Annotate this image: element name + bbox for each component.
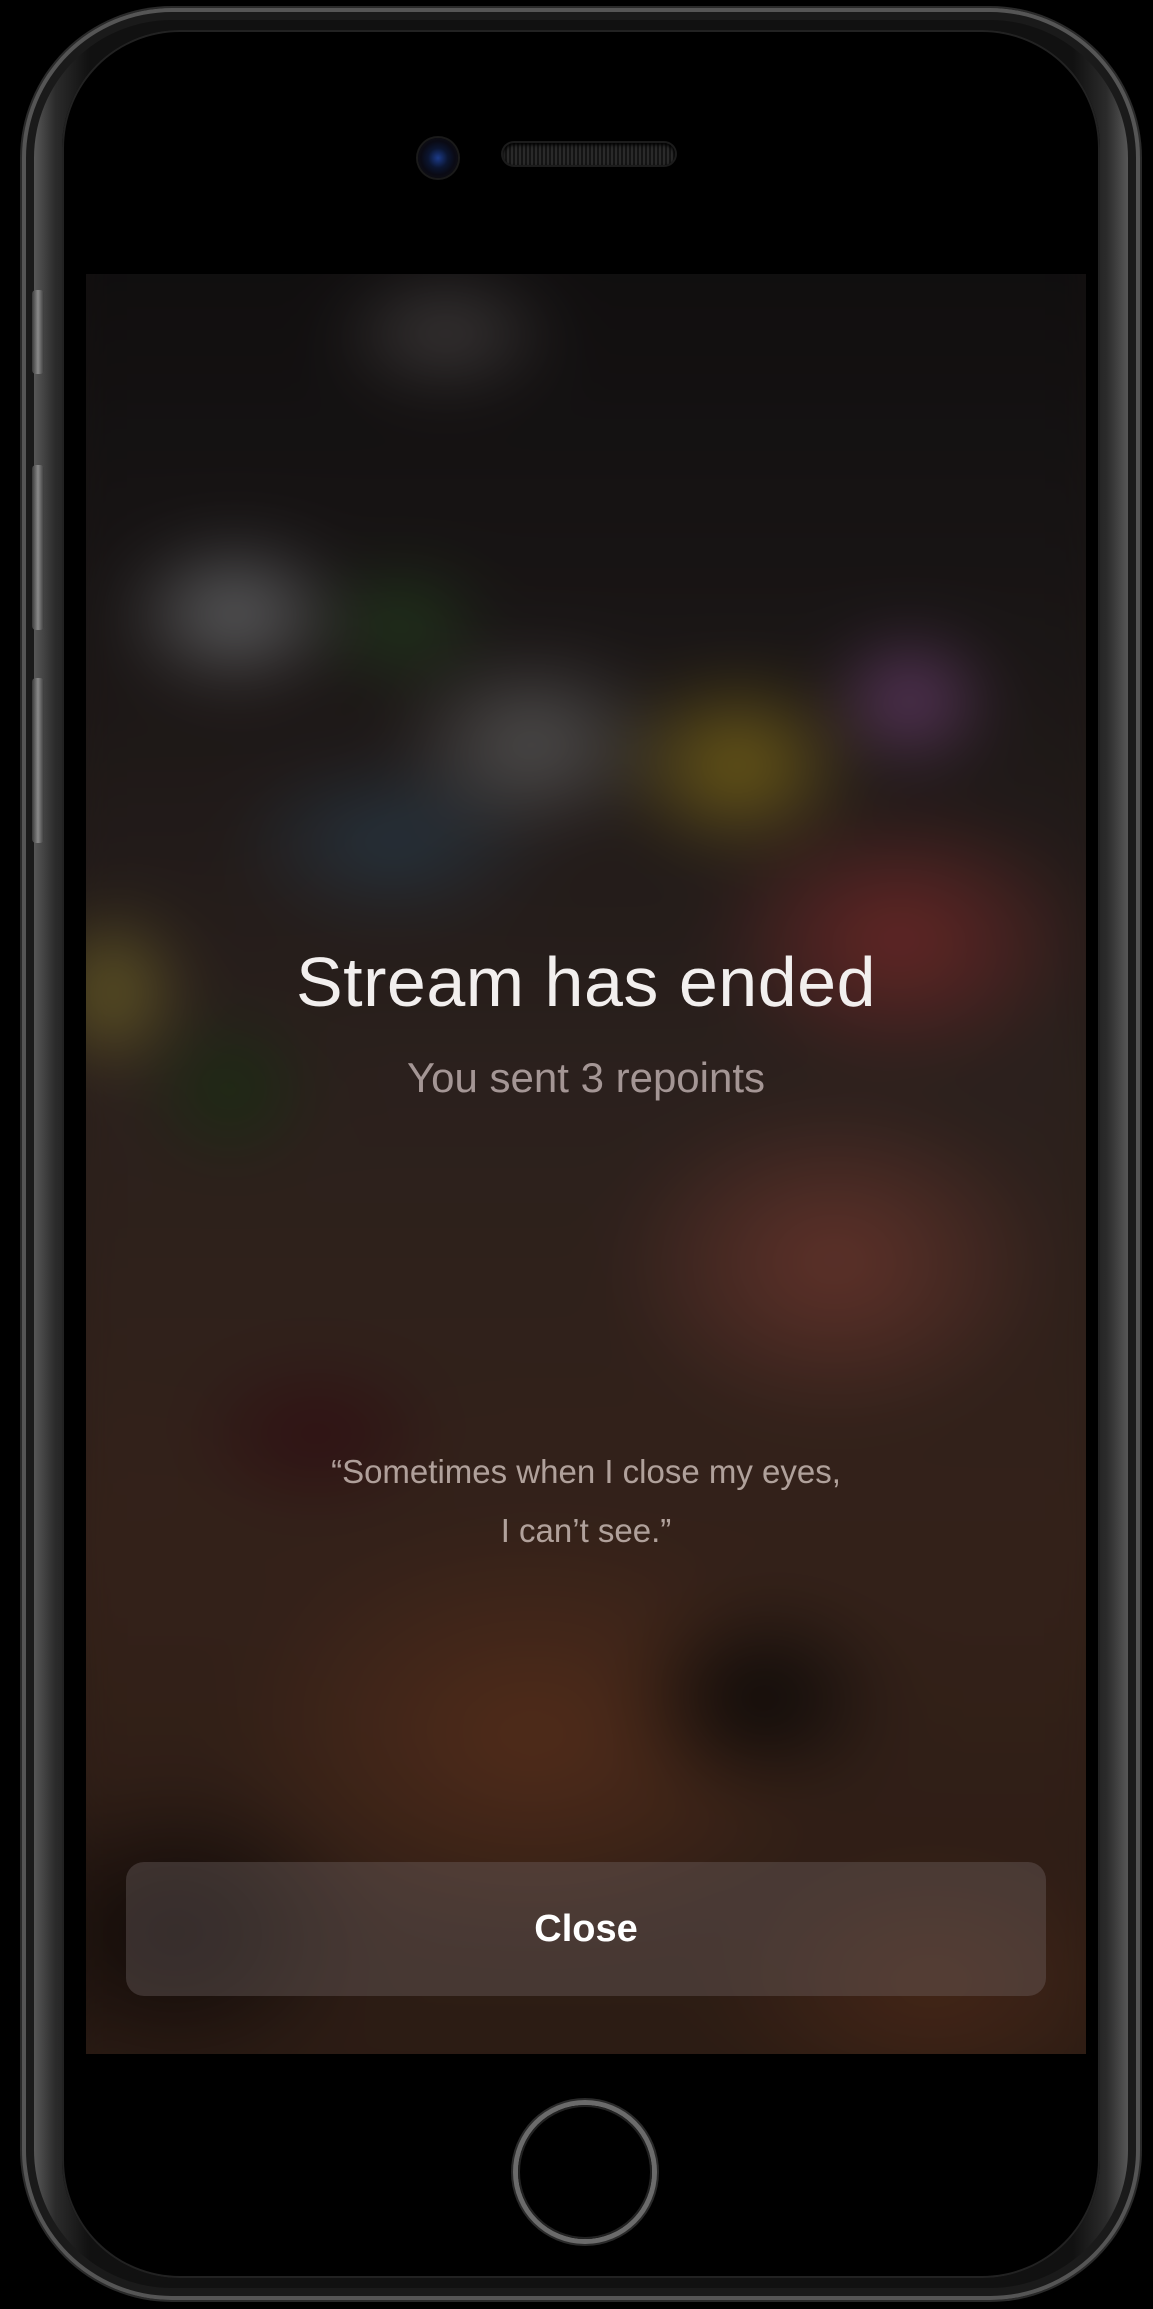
background-dim-overlay: [86, 274, 1086, 2054]
close-button-label: Close: [534, 1907, 638, 1950]
quote-line: “Sometimes when I close my eyes,: [331, 1453, 841, 1490]
quote-text: “Sometimes when I close my eyes, I can’t…: [206, 1442, 966, 1560]
close-button[interactable]: Close: [126, 1862, 1046, 1996]
repoints-summary: You sent 3 repoints: [406, 1054, 766, 1101]
earpiece-speaker-icon: [503, 143, 675, 165]
stream-ended-title: Stream has ended: [295, 943, 877, 1021]
front-camera-icon: [418, 138, 458, 178]
volume-down-button: [32, 678, 44, 843]
home-button-icon[interactable]: [518, 2105, 652, 2239]
app-screen: Stream has ended You sent 3 repoints “So…: [86, 274, 1086, 2054]
mute-switch: [32, 290, 44, 374]
quote-line: I can’t see.”: [500, 1512, 672, 1549]
volume-up-button: [32, 465, 44, 630]
